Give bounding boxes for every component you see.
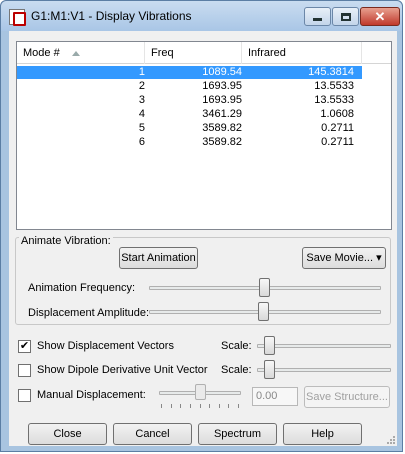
freq-cell: 3461.29 bbox=[202, 108, 242, 120]
infrared-cell: 145.3814 bbox=[308, 66, 354, 78]
maximize-button[interactable] bbox=[332, 7, 359, 26]
infrared-cell: 0.2711 bbox=[321, 122, 354, 134]
dipole-scale-label: Scale: bbox=[221, 364, 252, 376]
freq-cell: 3589.82 bbox=[202, 122, 242, 134]
animate-vibration-label: Animate Vibration: bbox=[19, 235, 113, 247]
infrared-cell: 0.2711 bbox=[321, 136, 354, 148]
table-row[interactable]: 3 1693.95 13.5533 bbox=[17, 94, 362, 107]
maximize-icon bbox=[340, 12, 351, 21]
list-header: Mode # Freq Infrared bbox=[17, 42, 391, 64]
spectrum-button[interactable]: Spectrum bbox=[198, 423, 277, 445]
show-dipole-vector-label[interactable]: Show Dipole Derivative Unit Vector bbox=[37, 364, 208, 376]
close-icon: ✕ bbox=[374, 8, 386, 24]
minimize-icon bbox=[313, 18, 322, 21]
vibration-modes-list[interactable]: Mode # Freq Infrared 1 1089.54 145.3814 … bbox=[16, 41, 392, 230]
save-movie-label: Save Movie... bbox=[306, 252, 374, 264]
start-animation-button[interactable]: Start Animation bbox=[119, 247, 198, 269]
dipole-scale-slider-thumb[interactable] bbox=[264, 360, 275, 379]
display-vibrations-window: G1:M1:V1 - Display Vibrations ✕ Mode # F… bbox=[0, 0, 403, 452]
vectors-scale-track[interactable] bbox=[257, 344, 391, 348]
manual-displacement-ticks bbox=[161, 404, 239, 409]
manual-displacement-label[interactable]: Manual Displacement: bbox=[37, 389, 146, 401]
column-header-freq[interactable]: Freq bbox=[145, 42, 242, 64]
app-icon bbox=[9, 9, 26, 26]
dialog-body: Mode # Freq Infrared 1 1089.54 145.3814 … bbox=[9, 31, 397, 446]
checkmark-icon: ✔ bbox=[19, 340, 30, 352]
displacement-amplitude-slider-thumb[interactable] bbox=[258, 302, 269, 321]
dropdown-arrow-icon: ▾ bbox=[376, 252, 382, 264]
show-displacement-vectors-label[interactable]: Show Displacement Vectors bbox=[37, 340, 174, 352]
dipole-scale-track[interactable] bbox=[257, 368, 391, 372]
sort-ascending-icon bbox=[71, 50, 80, 56]
table-row[interactable]: 4 3461.29 1.0608 bbox=[17, 108, 362, 121]
show-displacement-vectors-checkbox[interactable]: ✔ bbox=[18, 340, 31, 353]
cancel-button[interactable]: Cancel bbox=[113, 423, 192, 445]
table-row[interactable]: 5 3589.82 0.2711 bbox=[17, 122, 362, 135]
column-header-mode-label: Mode # bbox=[23, 47, 60, 59]
column-header-infrared[interactable]: Infrared bbox=[242, 42, 362, 64]
vectors-scale-slider-thumb[interactable] bbox=[264, 336, 275, 355]
manual-displacement-checkbox[interactable] bbox=[18, 389, 31, 402]
show-dipole-vector-checkbox[interactable] bbox=[18, 364, 31, 377]
close-button[interactable]: Close bbox=[28, 423, 107, 445]
vectors-scale-label: Scale: bbox=[221, 340, 252, 352]
manual-displacement-slider-thumb[interactable] bbox=[195, 384, 206, 400]
infrared-cell: 13.5533 bbox=[314, 94, 354, 106]
displacement-amplitude-label: Displacement Amplitude: bbox=[28, 307, 150, 319]
freq-cell: 3589.82 bbox=[202, 136, 242, 148]
animation-frequency-slider-thumb[interactable] bbox=[259, 278, 270, 297]
infrared-cell: 1.0608 bbox=[320, 108, 354, 120]
title-bar[interactable]: G1:M1:V1 - Display Vibrations ✕ bbox=[1, 1, 402, 31]
mode-cell: 1 bbox=[17, 66, 145, 79]
mode-cell: 2 bbox=[138, 80, 145, 92]
minimize-button[interactable] bbox=[304, 7, 331, 26]
column-header-mode[interactable]: Mode # bbox=[17, 42, 145, 64]
manual-displacement-value-input[interactable]: 0.00 bbox=[252, 387, 298, 406]
save-movie-button[interactable]: Save Movie... ▾ bbox=[302, 247, 386, 269]
mode-cell: 4 bbox=[138, 108, 145, 120]
mode-cell: 6 bbox=[138, 136, 145, 148]
window-close-button[interactable]: ✕ bbox=[360, 7, 400, 26]
save-structure-button[interactable]: Save Structure... bbox=[304, 386, 390, 408]
table-row[interactable]: 6 3589.82 0.2711 bbox=[17, 136, 362, 149]
window-title: G1:M1:V1 - Display Vibrations bbox=[31, 9, 192, 23]
freq-cell: 1089.54 bbox=[202, 66, 242, 78]
help-button[interactable]: Help bbox=[283, 423, 362, 445]
infrared-cell: 13.5533 bbox=[314, 80, 354, 92]
resize-grip-icon[interactable] bbox=[387, 436, 395, 444]
table-row[interactable]: 2 1693.95 13.5533 bbox=[17, 80, 362, 93]
table-row[interactable]: 1 1089.54 145.3814 bbox=[17, 66, 362, 79]
mode-cell: 3 bbox=[138, 94, 145, 106]
animation-frequency-label: Animation Frequency: bbox=[28, 282, 135, 294]
mode-cell: 5 bbox=[138, 122, 145, 134]
freq-cell: 1693.95 bbox=[202, 94, 242, 106]
freq-cell: 1693.95 bbox=[202, 80, 242, 92]
